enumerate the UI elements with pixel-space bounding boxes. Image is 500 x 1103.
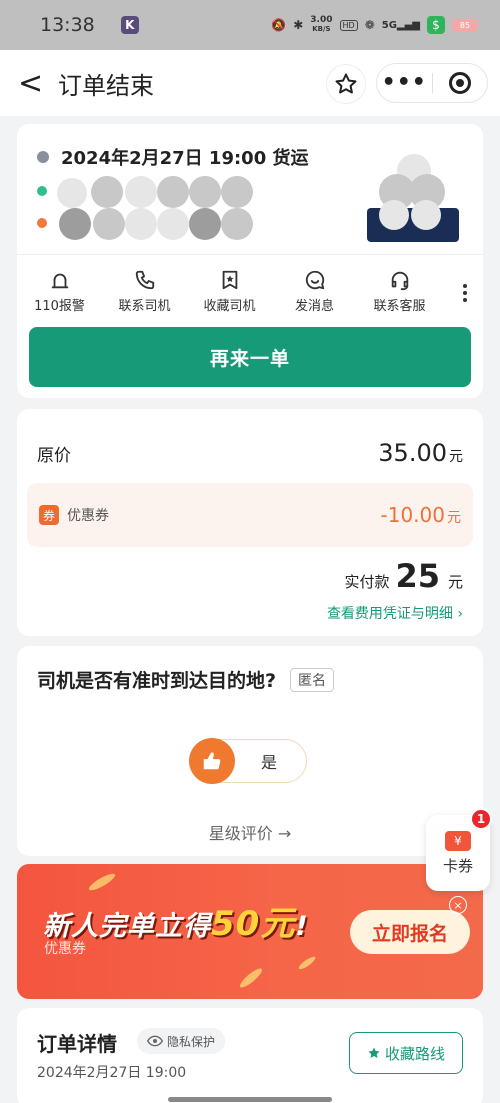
order-detail-card: 订单详情 隐私保护 2024年2月27日 19:00 收藏路线 xyxy=(17,1008,483,1103)
signal-icon: 5G▂▄▆ xyxy=(381,19,420,31)
anonymous-tag: 匿名 xyxy=(290,667,335,692)
ontime-question: 司机是否有准时到达目的地? 匿名 xyxy=(37,666,335,693)
signup-now-button[interactable]: 立即报名 xyxy=(350,910,470,954)
eye-icon xyxy=(147,1035,163,1047)
close-miniprogram-button[interactable] xyxy=(432,72,487,94)
paid-unit: 元 xyxy=(447,573,463,591)
more-actions-icon[interactable] xyxy=(463,255,467,314)
favorite-button[interactable] xyxy=(326,64,366,104)
app-notification-icon: K xyxy=(120,16,139,34)
contact-support-button[interactable]: 联系客服 xyxy=(357,255,442,314)
status-icons: 🔕 ✱ 3.00 KB/S HD ❁ 5G▂▄▆ $ 85 xyxy=(271,16,478,34)
status-time: 13:38 xyxy=(40,14,95,36)
fee-details-link[interactable]: 查看费用凭证与明细 › xyxy=(327,603,463,623)
chat-icon xyxy=(305,270,324,290)
phone-icon xyxy=(135,270,154,290)
ontime-rating-card: 司机是否有准时到达目的地? 匿名 是 星级评价 → xyxy=(17,646,483,856)
yes-label: 是 xyxy=(261,753,278,772)
coupon-badge-icon: 券 xyxy=(39,505,59,525)
bookmark-star-icon xyxy=(222,270,237,290)
status-bar: 13:38 K 🔕 ✱ 3.00 KB/S HD ❁ 5G▂▄▆ $ 85 xyxy=(0,0,500,50)
paw-icon: ❁ xyxy=(364,18,375,32)
send-message-button[interactable]: 发消息 xyxy=(272,255,357,314)
origin-dot-icon xyxy=(37,186,47,196)
alarm-110-button[interactable]: 110报警 xyxy=(17,255,102,314)
paid-label: 实付款 xyxy=(344,573,390,591)
home-indicator[interactable] xyxy=(168,1097,332,1102)
vehicle-thumbnail xyxy=(367,154,459,244)
more-button[interactable]: ••• xyxy=(377,72,432,94)
action-label: 110报警 xyxy=(34,299,85,314)
coupon-row: 券 优惠券 -10.00 元 xyxy=(27,483,473,547)
original-price-row: 原价 35.00 元 xyxy=(37,439,463,467)
alarm-icon xyxy=(51,273,68,289)
destination-dot-icon xyxy=(37,218,47,228)
coupon-icon: ¥ xyxy=(445,830,471,851)
order-detail-date: 2024年2月27日 19:00 xyxy=(37,1065,187,1081)
action-label: 发消息 xyxy=(294,299,334,314)
order-actions: 110报警 联系司机 收藏司机 发消息 联系客服 xyxy=(17,254,483,314)
question-text: 司机是否有准时到达目的地? xyxy=(37,670,277,692)
net-speed: 3.00 KB/S xyxy=(310,15,333,34)
page-title: 订单结束 xyxy=(58,71,154,100)
original-price-label: 原价 xyxy=(37,445,71,466)
nav-bar: < 订单结束 ••• xyxy=(0,50,500,116)
promo-subtitle: 优惠券 xyxy=(44,941,86,957)
money-app-icon: $ xyxy=(427,16,445,34)
clock-icon xyxy=(37,151,49,163)
coupon-label: 优惠券 xyxy=(67,508,109,524)
action-label: 联系客服 xyxy=(373,299,426,314)
favorite-driver-button[interactable]: 收藏司机 xyxy=(187,255,272,314)
star-icon xyxy=(368,1047,380,1058)
paid-amount: 实付款 25 元 xyxy=(344,557,463,595)
privacy-protection-tag[interactable]: 隐私保护 xyxy=(137,1028,226,1054)
target-icon xyxy=(448,72,471,94)
order-detail-title: 订单详情 xyxy=(37,1032,117,1056)
favorite-route-button[interactable]: 收藏路线 xyxy=(349,1032,463,1074)
coupon-count-badge: 1 xyxy=(470,808,492,830)
star-icon xyxy=(335,73,357,94)
star-rating-link[interactable]: 星级评价 → xyxy=(17,820,483,844)
hd-icon: HD xyxy=(339,19,358,31)
yes-button[interactable]: 是 xyxy=(189,738,307,784)
coupons-label: 卡券 xyxy=(442,856,473,875)
thumbs-up-icon xyxy=(189,738,235,784)
price-card: 原价 35.00 元 券 优惠券 -10.00 元 实付款 25 元 查看费用凭证与… xyxy=(17,409,483,636)
order-card: 2024年2月27日 19:00 货运 110报警 联系司机 收藏司机 发消息 … xyxy=(17,124,483,398)
original-price-value: 35.00 元 xyxy=(378,439,463,467)
order-datetime: 2024年2月27日 19:00 货运 xyxy=(61,148,309,169)
order-time: 2024年2月27日 19:00 货运 xyxy=(37,144,309,170)
close-banner-icon[interactable]: × xyxy=(449,896,467,914)
promo-banner[interactable]: 新人完单立得50元! 优惠券 立即报名 × xyxy=(17,864,483,999)
battery-icon: 85 xyxy=(452,18,478,32)
miniprogram-capsule: ••• xyxy=(376,63,488,103)
bell-off-icon: 🔕 xyxy=(271,18,287,32)
paid-value: 25 xyxy=(395,557,440,595)
reorder-button[interactable]: 再来一单 xyxy=(29,327,471,387)
privacy-label: 隐私保护 xyxy=(167,1034,216,1049)
coupon-value: -10.00 元 xyxy=(380,503,461,527)
headset-icon xyxy=(391,271,408,291)
action-label: 联系司机 xyxy=(118,299,171,314)
contact-driver-button[interactable]: 联系司机 xyxy=(102,255,187,314)
favorite-route-label: 收藏路线 xyxy=(384,1044,445,1063)
action-label: 收藏司机 xyxy=(203,299,256,314)
bluetooth-icon: ✱ xyxy=(293,18,304,32)
back-icon[interactable]: < xyxy=(18,66,48,101)
